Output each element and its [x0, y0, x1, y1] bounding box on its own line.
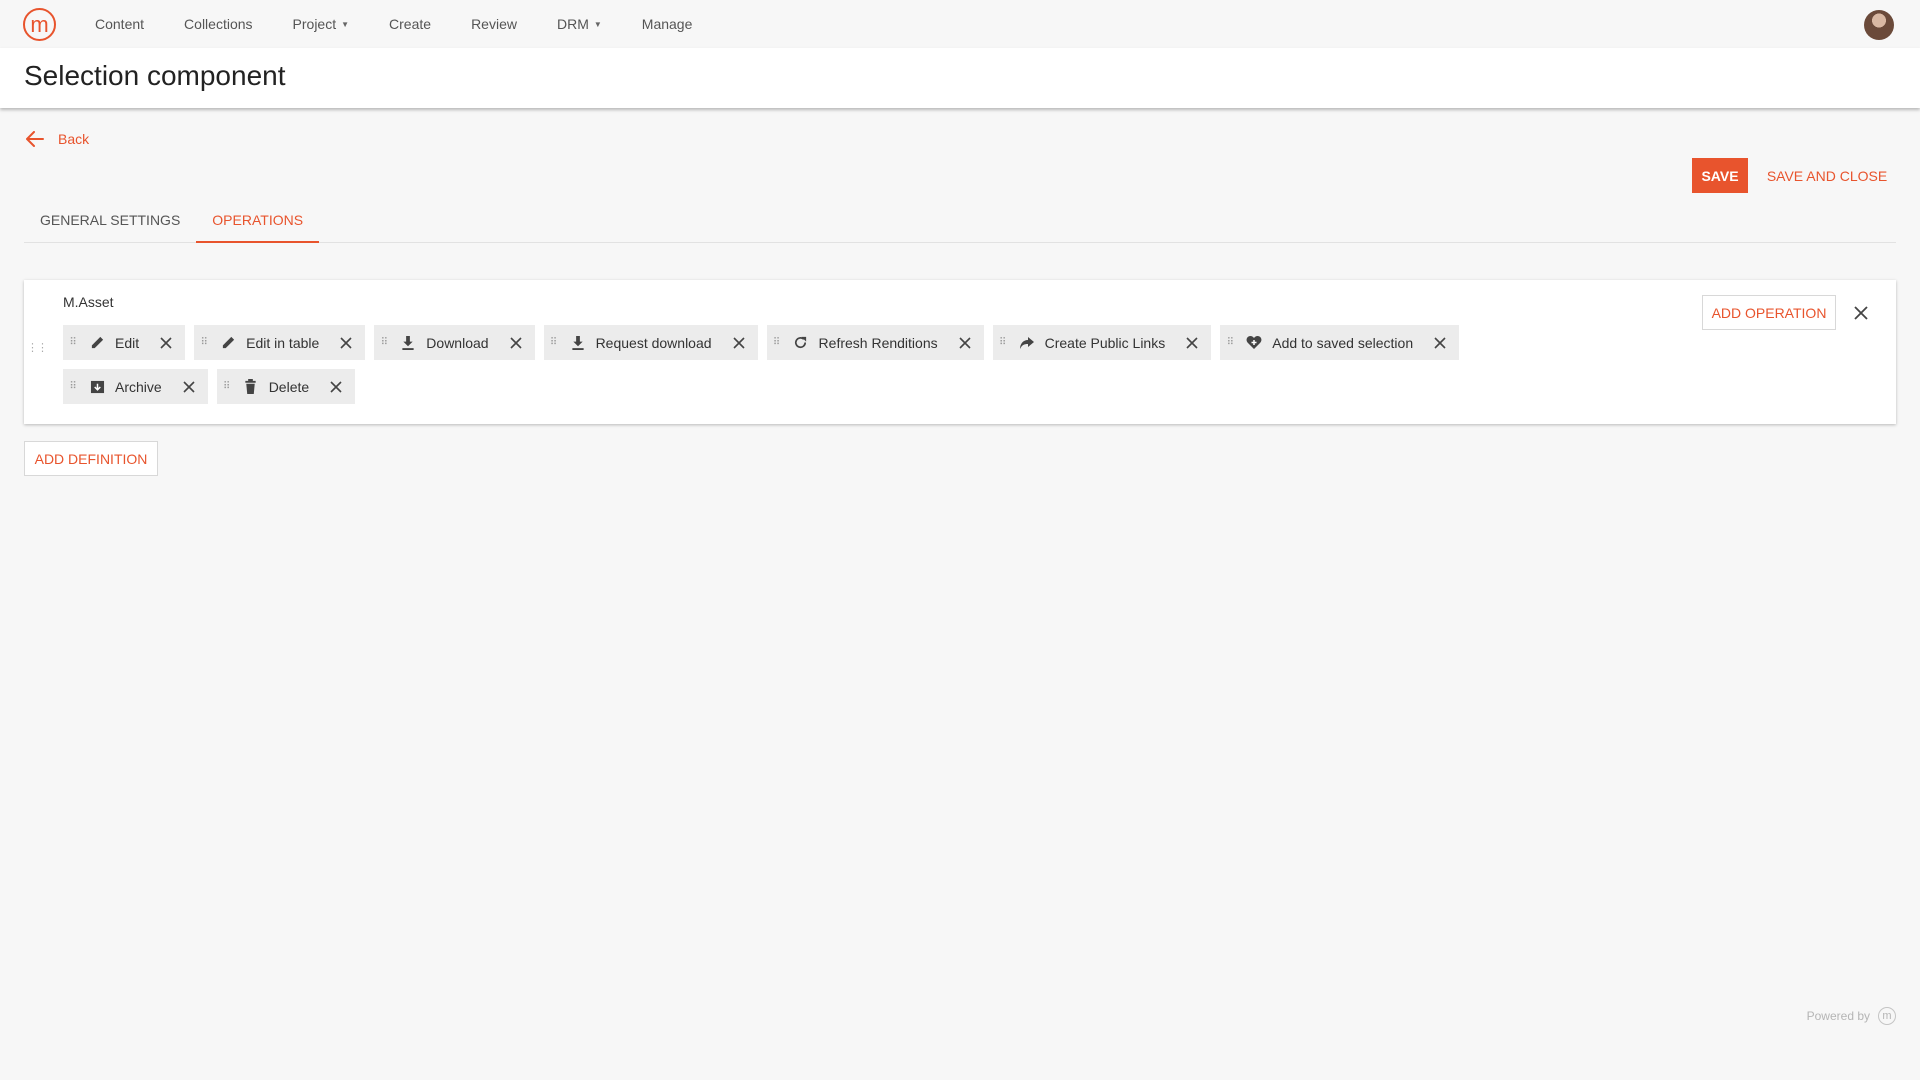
- nav-item-content[interactable]: Content: [80, 16, 159, 32]
- drag-handle-icon[interactable]: ⠿: [548, 337, 560, 347]
- remove-icon[interactable]: [159, 336, 173, 350]
- operation-label: Archive: [115, 378, 162, 395]
- user-avatar[interactable]: [1864, 10, 1894, 40]
- powered-by: Powered by m: [1807, 1007, 1896, 1025]
- nav-item-label: DRM: [556, 16, 589, 32]
- nav-item-label: Create: [389, 16, 432, 32]
- back-link[interactable]: Back: [26, 131, 89, 147]
- download-icon: [400, 335, 416, 351]
- tab-general-settings[interactable]: GENERAL SETTINGS: [24, 205, 196, 243]
- remove-icon[interactable]: [732, 336, 746, 350]
- operation-label: Create Public Links: [1044, 334, 1166, 351]
- nav-item-label: Project: [292, 16, 337, 32]
- add-definition-button[interactable]: ADD DEFINITION: [24, 441, 158, 476]
- refresh-icon: [793, 335, 809, 351]
- remove-icon[interactable]: [1433, 336, 1447, 350]
- remove-icon[interactable]: [329, 380, 343, 394]
- heart-add-icon: [1246, 335, 1262, 351]
- arrow-left-icon: [26, 131, 44, 147]
- nav-item-manage[interactable]: Manage: [627, 16, 708, 32]
- drag-handle-icon[interactable]: ⠿: [997, 337, 1009, 347]
- nav-item-drm[interactable]: DRM ▼: [542, 16, 617, 32]
- operation-chip-delete[interactable]: ⠿ Delete: [216, 369, 356, 404]
- operation-label: Refresh Renditions: [818, 334, 938, 351]
- operation-chip-edit-in-table[interactable]: ⠿ Edit in table: [194, 325, 366, 360]
- operation-chip-request-download[interactable]: ⠿ Request download: [543, 325, 758, 360]
- brand-logo[interactable]: m: [23, 8, 56, 41]
- tab-operations[interactable]: OPERATIONS: [196, 205, 320, 243]
- operation-chip-refresh-renditions[interactable]: ⠿ Refresh Renditions: [766, 325, 984, 360]
- page-header: Selection component: [0, 48, 1920, 108]
- drag-handle-icon[interactable]: ⠿: [198, 337, 210, 347]
- close-icon[interactable]: [1852, 304, 1870, 322]
- operations-row: ⠿ Archive ⠿ Delete: [63, 369, 356, 404]
- definition-card: ⋮⋮ M.Asset ADD OPERATION ⠿ Edit ⠿ Edit i…: [24, 280, 1896, 424]
- operation-chip-edit[interactable]: ⠿ Edit: [63, 325, 186, 360]
- trash-icon: [243, 379, 259, 395]
- archive-icon: [89, 379, 105, 395]
- drag-handle-icon[interactable]: ⋮⋮: [27, 343, 48, 354]
- pencil-icon: [220, 335, 236, 351]
- drag-handle-icon[interactable]: ⠿: [67, 381, 79, 391]
- nav-item-label: Content: [95, 16, 145, 32]
- tab-bar: GENERAL SETTINGS OPERATIONS: [24, 205, 1896, 243]
- remove-icon[interactable]: [182, 380, 196, 394]
- operation-label: Request download: [595, 334, 712, 351]
- nav-item-review[interactable]: Review: [456, 16, 532, 32]
- footer-logo-glyph: m: [1882, 1010, 1892, 1022]
- remove-icon[interactable]: [339, 336, 353, 350]
- operation-chip-download[interactable]: ⠿ Download: [374, 325, 535, 360]
- drag-handle-icon[interactable]: ⠿: [221, 381, 233, 391]
- remove-icon[interactable]: [1185, 336, 1199, 350]
- page-title: Selection component: [24, 60, 286, 91]
- operations-row: ⠿ Edit ⠿ Edit in table ⠿ Download ⠿ Requ…: [63, 325, 1460, 360]
- nav-item-project[interactable]: Project ▼: [278, 16, 365, 32]
- nav-item-create[interactable]: Create: [374, 16, 446, 32]
- remove-icon[interactable]: [958, 336, 972, 350]
- drag-handle-icon[interactable]: ⠿: [771, 337, 783, 347]
- pencil-icon: [89, 335, 105, 351]
- save-and-close-button[interactable]: SAVE AND CLOSE: [1762, 158, 1892, 193]
- operation-label: Delete: [268, 378, 310, 395]
- nav-menu: Content Collections Project ▼ Create Revi…: [80, 0, 717, 48]
- powered-by-label: Powered by: [1806, 1009, 1870, 1023]
- caret-down-icon: ▼: [341, 19, 350, 29]
- nav-item-label: Collections: [184, 16, 253, 32]
- nav-item-label: Manage: [641, 16, 693, 32]
- back-label: Back: [58, 131, 90, 147]
- brand-logo-glyph: m: [30, 11, 49, 37]
- drag-handle-icon[interactable]: ⠿: [1224, 337, 1236, 347]
- operation-label: Edit: [115, 334, 140, 351]
- remove-icon[interactable]: [509, 336, 523, 350]
- save-button[interactable]: SAVE: [1692, 158, 1748, 193]
- operation-label: Add to saved selection: [1272, 334, 1414, 351]
- caret-down-icon: ▼: [593, 19, 602, 29]
- operation-label: Edit in table: [246, 334, 320, 351]
- drag-handle-icon[interactable]: ⠿: [378, 337, 390, 347]
- operation-label: Download: [426, 334, 489, 351]
- definition-title: M.Asset: [63, 294, 114, 310]
- share-icon: [1019, 335, 1035, 351]
- top-navigation: m Content Collections Project ▼ Create Re…: [0, 0, 1920, 48]
- operation-chip-archive[interactable]: ⠿ Archive: [63, 369, 208, 404]
- operation-chip-add-to-saved-selection[interactable]: ⠿ Add to saved selection: [1220, 325, 1460, 360]
- nav-item-collections[interactable]: Collections: [169, 16, 267, 32]
- drag-handle-icon[interactable]: ⠿: [67, 337, 79, 347]
- operation-chip-create-public-links[interactable]: ⠿ Create Public Links: [992, 325, 1212, 360]
- nav-item-label: Review: [471, 16, 517, 32]
- download-icon: [570, 335, 586, 351]
- footer-logo-icon: m: [1878, 1007, 1896, 1025]
- add-operation-button[interactable]: ADD OPERATION: [1702, 295, 1836, 330]
